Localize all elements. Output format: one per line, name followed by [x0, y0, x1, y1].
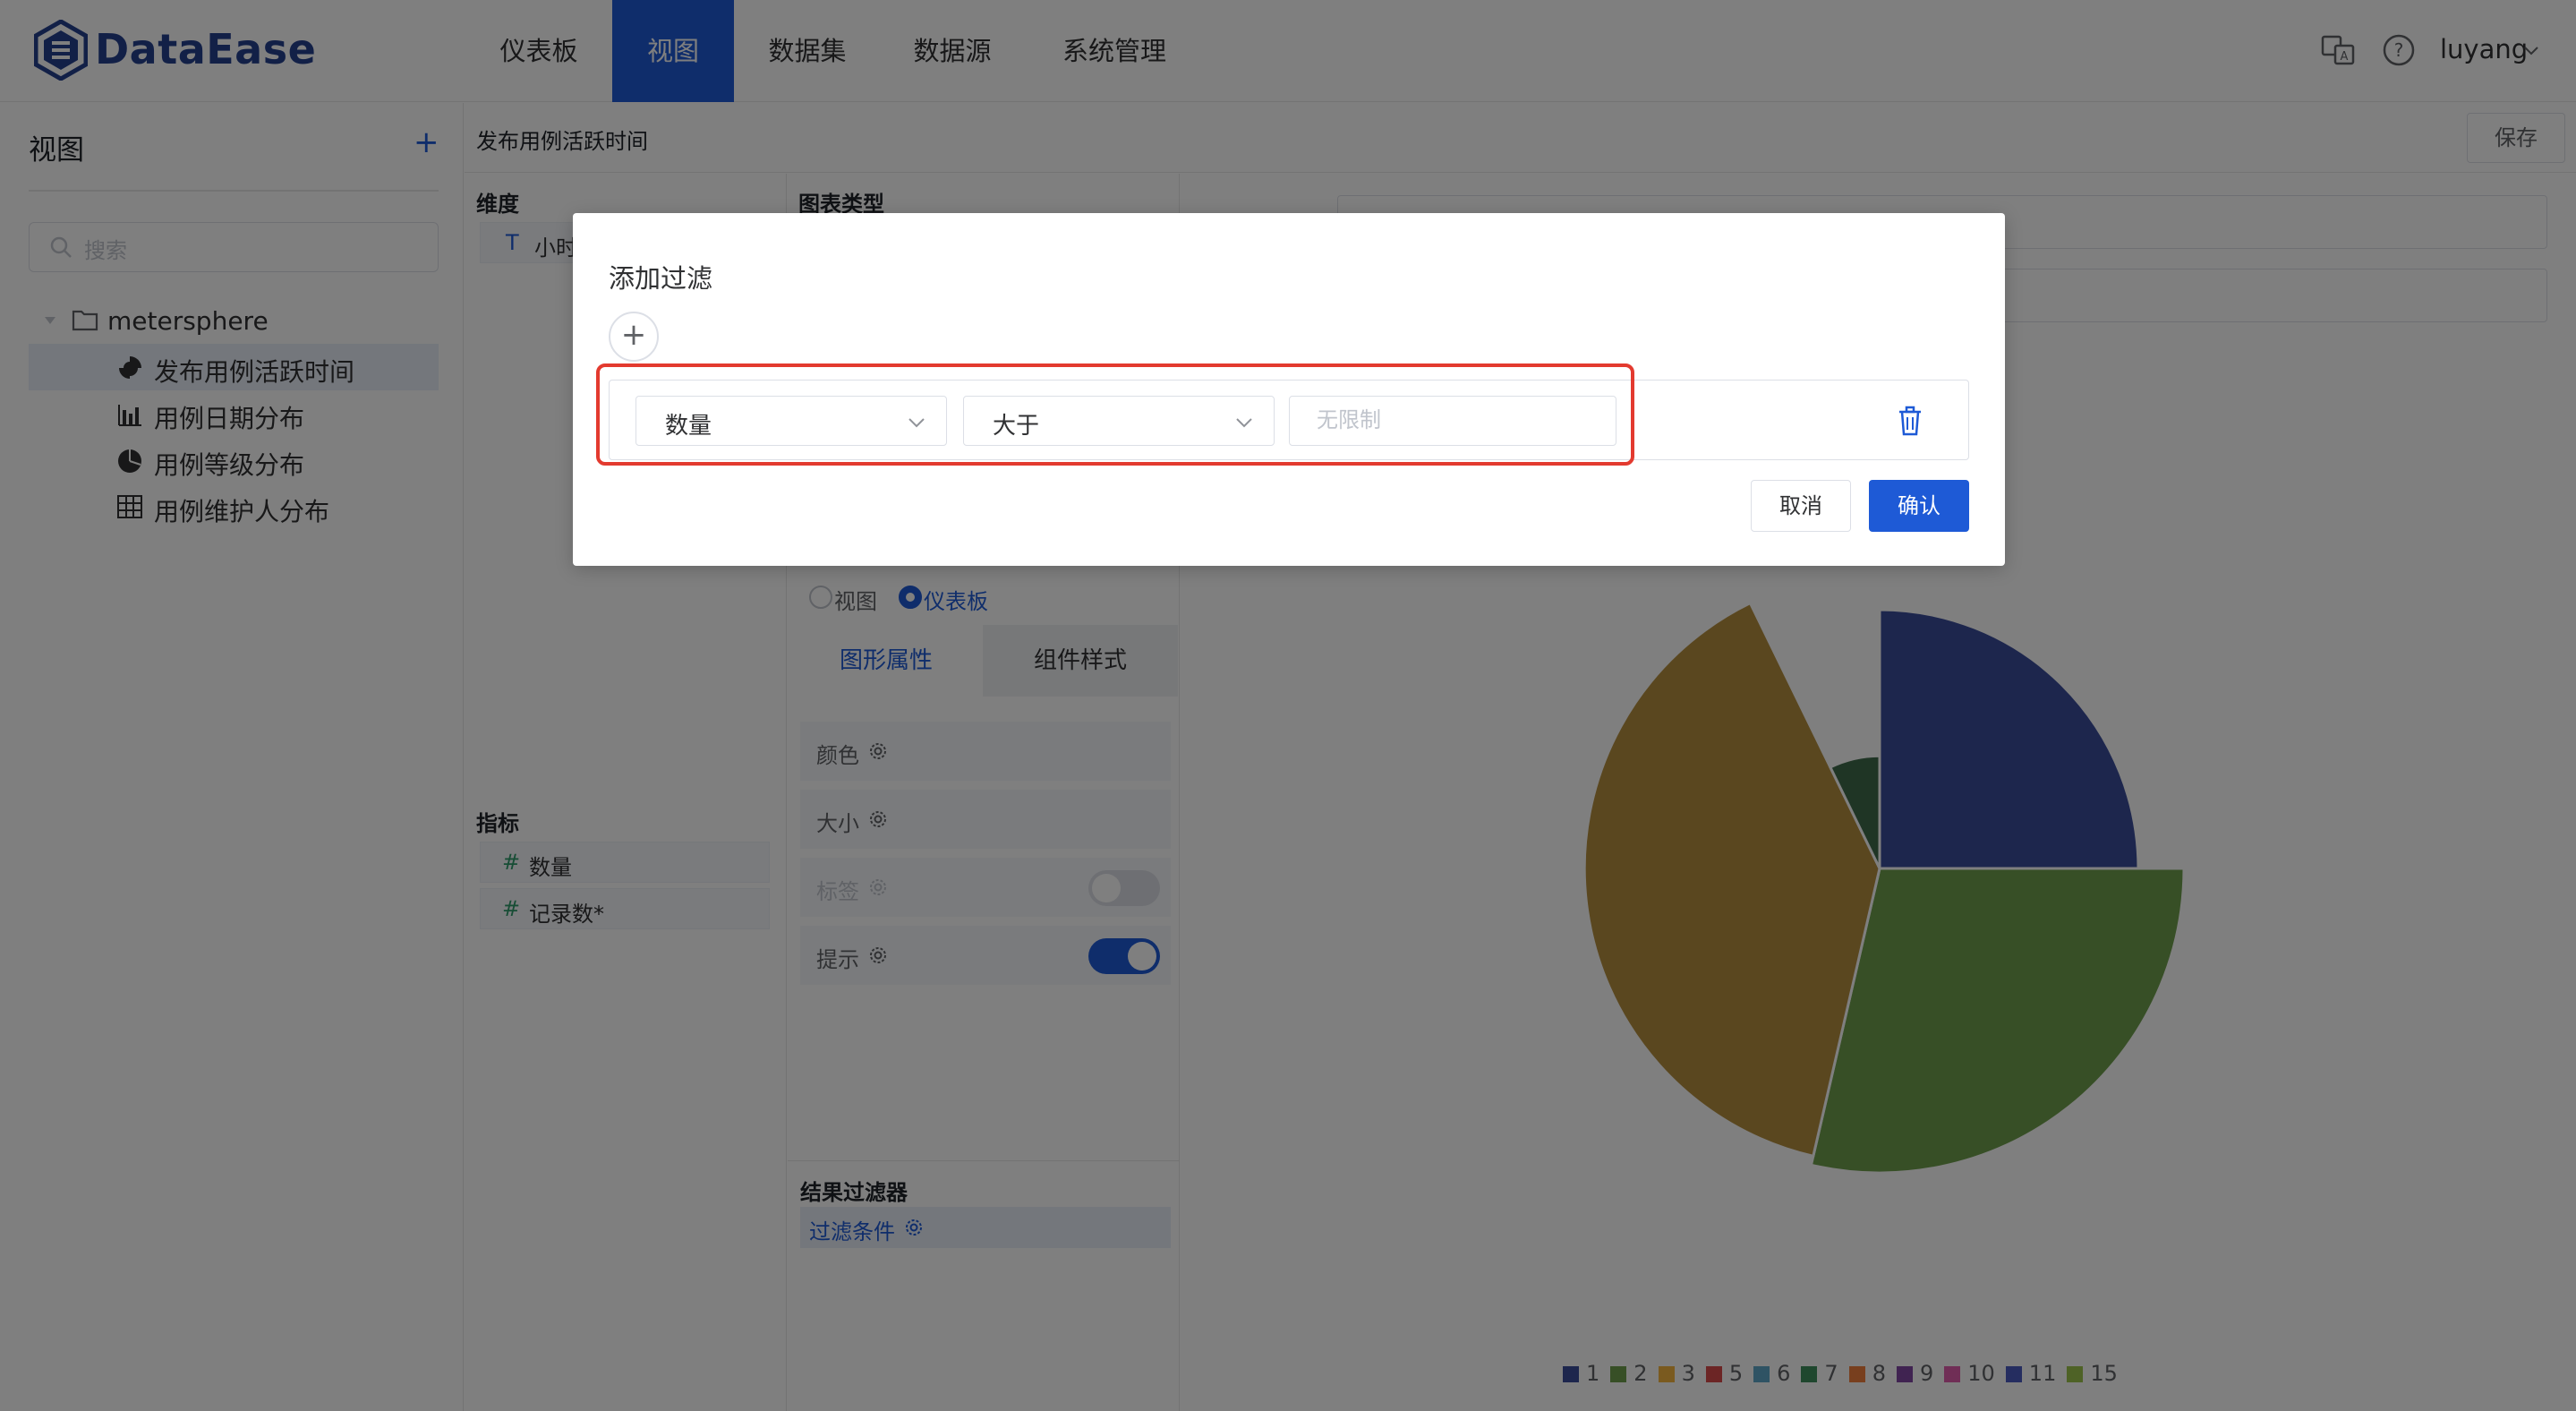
cancel-button[interactable]: 取消 [1751, 480, 1851, 532]
confirm-button[interactable]: 确认 [1869, 480, 1969, 532]
annotation-highlight-box [596, 363, 1634, 466]
trash-icon[interactable] [1896, 405, 1924, 437]
add-condition-button[interactable]: + [609, 312, 659, 362]
dialog-title: 添加过滤 [609, 263, 713, 294]
modal-overlay [0, 0, 2576, 1411]
